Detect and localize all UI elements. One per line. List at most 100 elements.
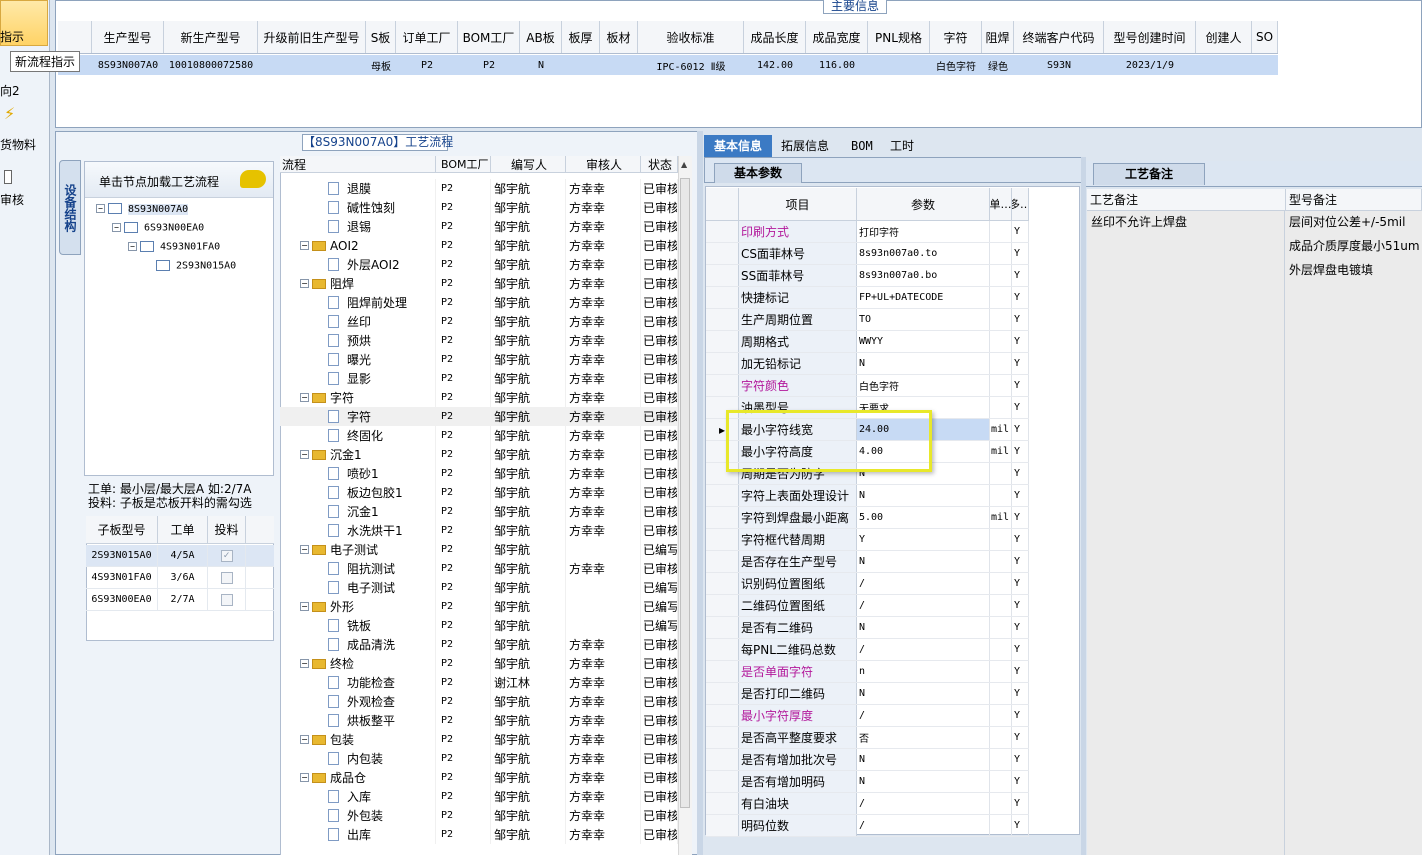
tree-node[interactable]: 2S93N015A0 [156, 260, 236, 272]
tree-node[interactable]: −4S93N01FA0 [128, 241, 220, 253]
flow-row[interactable]: 功能检查 P2 谢江林 方幸幸 已审核 [280, 673, 678, 692]
scroll-up-icon[interactable]: ▲ [681, 160, 687, 169]
flow-row[interactable]: 板边包胶1 P2 邹宇航 方幸幸 已审核 [280, 483, 678, 502]
left-nav-item-3[interactable]: 审核 [0, 191, 24, 208]
param-row[interactable]: SS面菲林号 8s93n007a0.bo Y [706, 265, 1029, 287]
collapse-icon[interactable]: − [300, 241, 309, 250]
tab-basic-info[interactable]: 基本信息 [704, 135, 772, 157]
tab-bom[interactable]: BOM [851, 135, 873, 157]
feed-checkbox[interactable] [220, 571, 233, 584]
collapse-icon[interactable]: − [300, 393, 309, 402]
chat-bubble-icon[interactable] [240, 170, 266, 188]
flow-row[interactable]: 曝光 P2 邹宇航 方幸幸 已审核 [280, 350, 678, 369]
process-note[interactable]: 丝印不允许上焊盘 [1091, 213, 1187, 230]
param-row[interactable]: 是否有增加明码 N Y [706, 771, 1029, 793]
tab-extended-info[interactable]: 拓展信息 [781, 135, 829, 157]
param-row[interactable]: 快捷标记 FP+UL+DATECODE Y [706, 287, 1029, 309]
flow-row[interactable]: 内包装 P2 邹宇航 方幸幸 已审核 [280, 749, 678, 768]
tab-worktime[interactable]: 工时 [890, 135, 914, 157]
flow-row[interactable]: 成品清洗 P2 邹宇航 方幸幸 已审核 [280, 635, 678, 654]
flow-row[interactable]: 出库 P2 邹宇航 方幸幸 已审核 [280, 825, 678, 844]
param-row[interactable]: 每PNL二维码总数 / Y [706, 639, 1029, 661]
param-value[interactable]: N [857, 683, 990, 704]
param-value[interactable]: Y [857, 529, 990, 550]
model-note[interactable]: 成品介质厚度最小51um [1289, 237, 1420, 254]
param-value[interactable]: 5.00 [857, 507, 990, 528]
flow-row[interactable]: 阻焊前处理 P2 邹宇航 方幸幸 已审核 [280, 293, 678, 312]
vertical-splitter[interactable] [1081, 157, 1086, 855]
feed-checkbox[interactable]: ✓ [220, 549, 233, 562]
feed-checkbox[interactable] [220, 593, 233, 606]
flow-row[interactable]: 水洗烘干1 P2 邹宇航 方幸幸 已审核 [280, 521, 678, 540]
flow-row[interactable]: 外观检查 P2 邹宇航 方幸幸 已审核 [280, 692, 678, 711]
flow-row[interactable]: 字符 P2 邹宇航 方幸幸 已审核 [280, 407, 678, 426]
collapse-icon[interactable]: − [300, 545, 309, 554]
flow-row[interactable]: 铣板 P2 邹宇航 已编写 [280, 616, 678, 635]
param-value[interactable]: N [857, 749, 990, 770]
param-row[interactable]: 字符到焊盘最小距离 5.00 mil Y [706, 507, 1029, 529]
param-row[interactable]: 字符上表面处理设计 N Y [706, 485, 1029, 507]
flow-row[interactable]: − AOI2 P2 邹宇航 方幸幸 已审核 [280, 236, 678, 255]
param-value[interactable]: TO [857, 309, 990, 330]
param-row[interactable]: 是否打印二维码 N Y [706, 683, 1029, 705]
param-value[interactable]: N [857, 551, 990, 572]
param-row[interactable]: 是否单面字符 n Y [706, 661, 1029, 683]
tree-node[interactable]: −6S93N00EA0 [112, 222, 204, 234]
flow-row[interactable]: − 阻焊 P2 邹宇航 方幸幸 已审核 [280, 274, 678, 293]
collapse-icon[interactable]: − [300, 659, 309, 668]
left-nav-item-2[interactable]: 货物料 [0, 136, 36, 153]
param-value[interactable]: / [857, 639, 990, 660]
flow-row[interactable]: − 包装 P2 邹宇航 方幸幸 已审核 [280, 730, 678, 749]
subboard-row[interactable]: 6S93N00EA0 2/7A [86, 589, 274, 611]
param-value[interactable]: 8s93n007a0.to [857, 243, 990, 264]
param-value[interactable]: N [857, 617, 990, 638]
flow-row[interactable]: 退锡 P2 邹宇航 方幸幸 已审核 [280, 217, 678, 236]
flow-row[interactable]: 阻抗测试 P2 邹宇航 方幸幸 已审核 [280, 559, 678, 578]
param-row[interactable]: 字符颜色 白色字符 Y [706, 375, 1029, 397]
flow-row[interactable]: 烘板整平 P2 邹宇航 方幸幸 已审核 [280, 711, 678, 730]
param-value[interactable]: 白色字符 [857, 375, 990, 396]
subboard-row[interactable]: 4S93N01FA0 3/6A [86, 567, 274, 589]
param-value[interactable]: 8s93n007a0.bo [857, 265, 990, 286]
param-value[interactable]: / [857, 595, 990, 616]
flow-row[interactable]: 入库 P2 邹宇航 方幸幸 已审核 [280, 787, 678, 806]
subboard-row[interactable]: 2S93N015A0 4/5A ✓ [86, 545, 274, 567]
param-row[interactable]: 有白油块 / Y [706, 793, 1029, 815]
param-row[interactable]: 明码位数 / Y [706, 815, 1029, 837]
param-row[interactable]: 识别码位置图纸 / Y [706, 573, 1029, 595]
param-row[interactable]: 是否存在生产型号 N Y [706, 551, 1029, 573]
flow-row[interactable]: − 成品仓 P2 邹宇航 方幸幸 已审核 [280, 768, 678, 787]
vertical-splitter[interactable] [697, 131, 703, 855]
param-value[interactable]: / [857, 815, 990, 836]
flow-scrollbar-thumb[interactable] [680, 178, 690, 808]
flow-row[interactable]: − 电子测试 P2 邹宇航 已编写 [280, 540, 678, 559]
tree-node[interactable]: −8S93N007A0 [96, 203, 189, 215]
param-row[interactable]: 二维码位置图纸 / Y [706, 595, 1029, 617]
param-row[interactable]: 是否高平整度要求否 Y [706, 727, 1029, 749]
flow-row[interactable]: 沉金1 P2 邹宇航 方幸幸 已审核 [280, 502, 678, 521]
flow-row[interactable]: 预烘 P2 邹宇航 方幸幸 已审核 [280, 331, 678, 350]
collapse-icon[interactable]: − [300, 735, 309, 744]
param-row[interactable]: 生产周期位置 TO Y [706, 309, 1029, 331]
model-note[interactable]: 外层焊盘电镀填 [1289, 261, 1373, 278]
collapse-icon[interactable]: − [300, 602, 309, 611]
param-value[interactable]: N [857, 771, 990, 792]
param-row[interactable]: 加无铅标记 N Y [706, 353, 1029, 375]
flow-row[interactable]: 喷砂1 P2 邹宇航 方幸幸 已审核 [280, 464, 678, 483]
param-row[interactable]: 印刷方式 打印字符 Y [706, 221, 1029, 243]
param-value[interactable]: n [857, 661, 990, 682]
tab-basic-params[interactable]: 基本参数 [714, 163, 802, 183]
param-row[interactable]: 周期格式 WWYY Y [706, 331, 1029, 353]
flow-row[interactable]: − 外形 P2 邹宇航 已编写 [280, 597, 678, 616]
main-info-row[interactable]: 8S93N007A0 10010800072580 母板 P2 P2 N IPC-6012 … [58, 55, 1278, 75]
collapse-icon[interactable]: − [300, 279, 309, 288]
param-value[interactable]: / [857, 705, 990, 726]
flow-row[interactable]: − 字符 P2 邹宇航 方幸幸 已审核 [280, 388, 678, 407]
flow-row[interactable]: 碱性蚀刻 P2 邹宇航 方幸幸 已审核 [280, 198, 678, 217]
param-row[interactable]: 是否有二维码 N Y [706, 617, 1029, 639]
left-nav-item-0[interactable]: 指示 [0, 28, 24, 45]
flow-row[interactable]: 终固化 P2 邹宇航 方幸幸 已审核 [280, 426, 678, 445]
param-row[interactable]: 字符框代替周期 Y Y [706, 529, 1029, 551]
flow-row[interactable]: − 沉金1 P2 邹宇航 方幸幸 已审核 [280, 445, 678, 464]
param-value[interactable]: / [857, 793, 990, 814]
